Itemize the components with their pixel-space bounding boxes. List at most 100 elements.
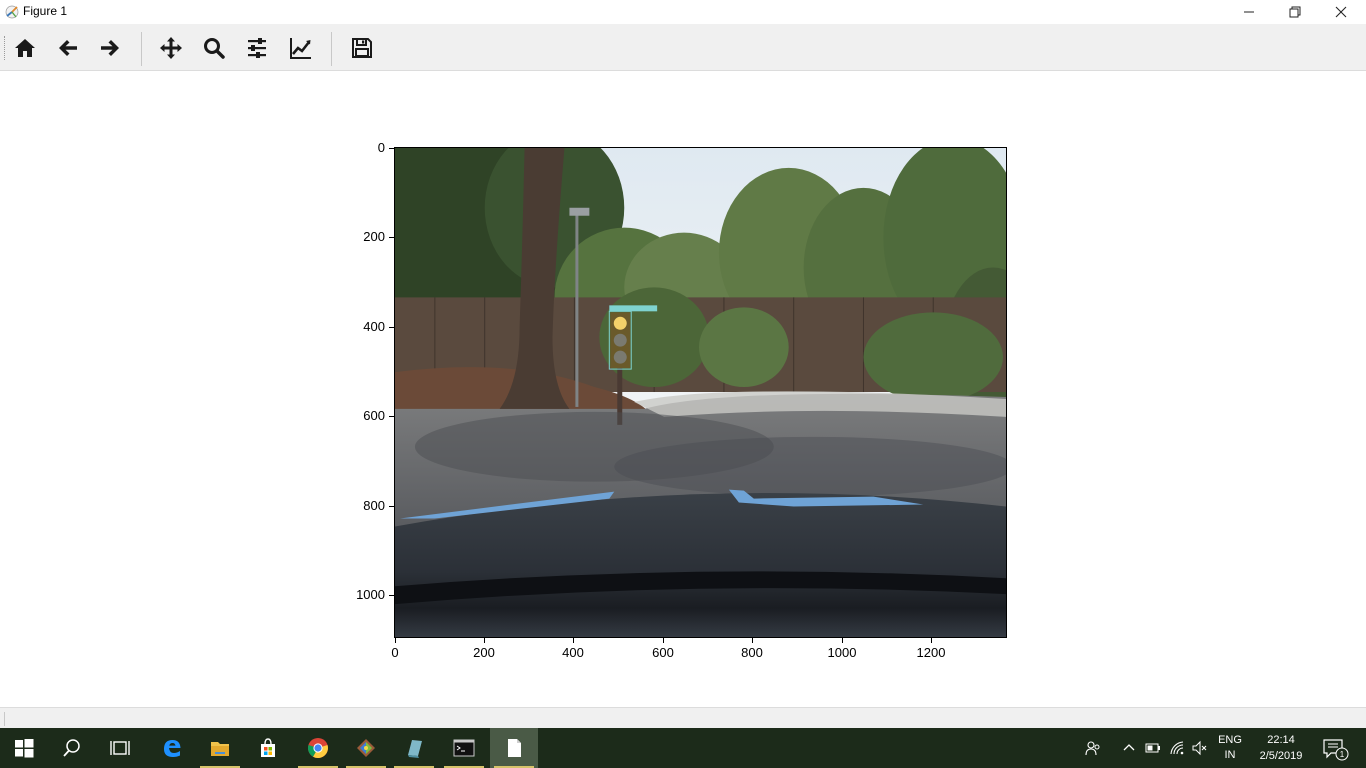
toolbar-separator <box>141 32 142 66</box>
restore-icon <box>1289 6 1301 18</box>
floppy-disk-icon <box>352 38 372 58</box>
battery-button[interactable] <box>1143 738 1163 758</box>
input-language-indicator[interactable]: ENG IN <box>1213 733 1247 763</box>
forward-button[interactable] <box>94 32 126 64</box>
home-icon <box>15 39 35 57</box>
app-icon <box>5 5 19 19</box>
start-button[interactable] <box>0 728 48 768</box>
save-button[interactable] <box>346 32 378 64</box>
minimize-button[interactable] <box>1226 0 1272 24</box>
x-tick-label: 0 <box>391 645 399 660</box>
search-icon <box>63 739 80 757</box>
action-center-button[interactable]: 1 <box>1320 736 1350 762</box>
store-icon <box>261 738 275 757</box>
notification-icon: 1 <box>1323 739 1349 761</box>
line-chart-icon <box>290 38 311 59</box>
x-tick-label: 1000 <box>827 645 857 660</box>
arrow-left-icon <box>59 40 77 56</box>
git-button[interactable] <box>342 728 390 768</box>
task-view-icon <box>110 741 130 755</box>
y-tick-label: 1000 <box>356 587 385 602</box>
sliders-icon <box>248 38 266 58</box>
notification-count: 1 <box>1340 750 1345 759</box>
edge-icon <box>164 740 181 757</box>
terminal-button[interactable] <box>440 728 488 768</box>
x-tick-mark <box>842 638 843 643</box>
navigation-toolbar <box>0 24 1366 71</box>
pan-button[interactable] <box>155 32 187 64</box>
windows-logo-icon <box>15 739 34 758</box>
show-hidden-icons-button[interactable] <box>1119 738 1139 758</box>
clock-time: 22:14 <box>1267 734 1295 746</box>
toolbar-separator <box>331 32 332 66</box>
y-tick-label: 0 <box>377 140 385 155</box>
app-cube-button[interactable] <box>390 728 438 768</box>
git-diamond-icon <box>357 739 375 757</box>
app-cube-icon <box>408 740 422 758</box>
store-button[interactable] <box>244 728 292 768</box>
toolbar-grip <box>4 36 6 60</box>
task-view-button[interactable] <box>96 728 144 768</box>
minimize-icon <box>1244 11 1254 13</box>
language-code: ENG <box>1218 734 1242 746</box>
search-button[interactable] <box>48 728 96 768</box>
magnifier-icon <box>204 38 225 59</box>
y-tick-label: 400 <box>363 319 385 334</box>
system-clock[interactable]: 22:14 2/5/2019 <box>1252 732 1310 764</box>
title-bar: Figure 1 <box>0 0 1366 24</box>
edge-button[interactable] <box>148 728 196 768</box>
region-code: IN <box>1224 749 1236 761</box>
plot-axes[interactable] <box>394 147 1007 638</box>
document-button[interactable] <box>490 728 538 768</box>
x-tick-mark <box>484 638 485 643</box>
chevron-up-icon <box>1123 744 1135 751</box>
figure-canvas[interactable]: 0 200 400 600 800 1000 0 200 400 600 800… <box>0 71 1366 707</box>
y-tick-label: 800 <box>363 498 385 513</box>
y-tick-mark <box>389 237 394 238</box>
move-icon <box>160 37 182 59</box>
chrome-icon <box>308 738 328 759</box>
chrome-button[interactable] <box>294 728 342 768</box>
restore-button[interactable] <box>1272 0 1318 24</box>
volume-muted-icon <box>1192 740 1207 756</box>
back-button[interactable] <box>52 32 84 64</box>
status-bar <box>0 707 1366 728</box>
y-tick-mark <box>389 416 394 417</box>
y-tick-mark <box>389 595 394 596</box>
y-tick-mark <box>389 506 394 507</box>
wifi-icon <box>1170 741 1184 755</box>
zoom-button[interactable] <box>198 32 230 64</box>
battery-icon <box>1145 743 1160 753</box>
volume-button[interactable] <box>1190 738 1210 758</box>
close-icon <box>1335 6 1347 18</box>
x-tick-label: 600 <box>652 645 674 660</box>
x-tick-label: 200 <box>473 645 495 660</box>
network-button[interactable] <box>1167 738 1187 758</box>
x-tick-mark <box>573 638 574 643</box>
y-tick-label: 200 <box>363 229 385 244</box>
y-tick-mark <box>389 148 394 149</box>
street-scene-image <box>395 148 1006 637</box>
x-tick-label: 1200 <box>916 645 946 660</box>
status-grip <box>4 712 5 726</box>
terminal-icon <box>453 739 475 757</box>
folder-icon <box>211 742 229 756</box>
people-button[interactable] <box>1083 738 1103 758</box>
edit-axes-button[interactable] <box>285 32 317 64</box>
x-tick-mark <box>752 638 753 643</box>
home-button[interactable] <box>9 32 41 64</box>
windows-taskbar: ENG IN 22:14 2/5/2019 1 <box>0 728 1366 768</box>
x-tick-mark <box>931 638 932 643</box>
arrow-right-icon <box>101 40 119 56</box>
x-tick-label: 400 <box>562 645 584 660</box>
x-tick-mark <box>395 638 396 643</box>
document-icon <box>508 739 521 757</box>
window-title: Figure 1 <box>23 4 68 18</box>
y-tick-label: 600 <box>363 408 385 423</box>
clock-date: 2/5/2019 <box>1259 750 1303 762</box>
y-tick-mark <box>389 327 394 328</box>
people-icon <box>1085 741 1100 756</box>
close-button[interactable] <box>1318 0 1364 24</box>
subplots-button[interactable] <box>241 32 273 64</box>
file-explorer-button[interactable] <box>196 728 244 768</box>
